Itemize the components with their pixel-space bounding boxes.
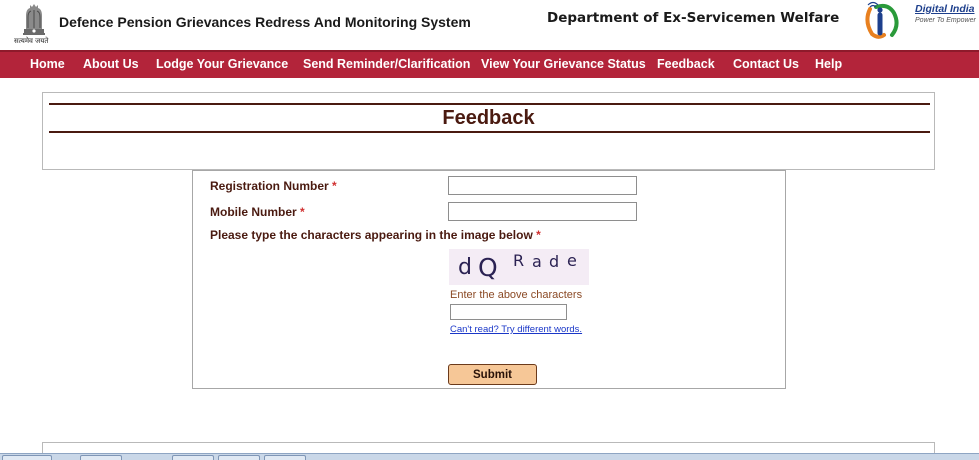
captcha-hint: Enter the above characters	[450, 289, 583, 301]
taskbar-button[interactable]	[172, 455, 214, 460]
site-title: Defence Pension Grievances Redress And M…	[59, 14, 471, 30]
nav-about-us[interactable]: About Us	[83, 57, 139, 71]
captcha-char: a	[532, 252, 542, 271]
nav-lodge-grievance[interactable]: Lodge Your Grievance	[156, 57, 288, 71]
captcha-char: R	[513, 251, 525, 270]
department-title: Department of Ex-Servicemen Welfare	[547, 10, 840, 26]
nav-send-reminder[interactable]: Send Reminder/Clarification	[303, 57, 470, 71]
digital-india-tagline: Power To Empower	[915, 17, 976, 24]
nav-contact-us[interactable]: Contact Us	[733, 57, 799, 71]
captcha-char: d	[458, 255, 472, 280]
taskbar-button[interactable]	[80, 455, 122, 460]
mobile-number-input[interactable]	[448, 202, 637, 221]
nav-feedback[interactable]: Feedback	[657, 57, 715, 71]
os-taskbar	[0, 453, 979, 460]
captcha-char: d	[549, 252, 560, 271]
required-marker: *	[300, 205, 305, 219]
captcha-label: Please type the characters appearing in …	[210, 228, 541, 242]
captcha-image: d Q R a d e	[449, 249, 589, 285]
main-navigation: Home About Us Lodge Your Grievance Send …	[0, 50, 979, 78]
nav-view-status[interactable]: View Your Grievance Status	[481, 57, 646, 71]
captcha-label-text: Please type the characters appearing in …	[210, 228, 533, 242]
registration-number-label-text: Registration Number	[210, 179, 329, 193]
captcha-input[interactable]	[450, 304, 567, 320]
captcha-char: e	[567, 251, 577, 270]
required-marker: *	[536, 228, 541, 242]
page-title: Feedback	[442, 107, 535, 129]
captcha-refresh-link[interactable]: Can't read? Try different words.	[450, 324, 582, 335]
site-header: सत्यमेव जयते Defence Pension Grievances …	[0, 0, 979, 50]
submit-button[interactable]: Submit	[448, 364, 537, 385]
page-title-panel: Feedback	[42, 92, 935, 170]
nav-home[interactable]: Home	[30, 57, 65, 71]
required-marker: *	[332, 179, 337, 193]
title-rule-bottom	[49, 131, 930, 133]
emblem-motto: सत्यमेव जयते	[14, 37, 49, 45]
taskbar-button[interactable]	[218, 455, 260, 460]
registration-number-input[interactable]	[448, 176, 637, 195]
mobile-number-label-text: Mobile Number	[210, 205, 297, 219]
registration-number-label: Registration Number *	[210, 179, 337, 193]
captcha-char: Q	[478, 253, 498, 282]
nav-help[interactable]: Help	[815, 57, 842, 71]
feedback-form: Registration Number * Mobile Number * Pl…	[192, 170, 786, 389]
taskbar-start-button[interactable]	[2, 455, 52, 460]
digital-india-title: Digital India	[915, 3, 975, 15]
mobile-number-label: Mobile Number *	[210, 205, 305, 219]
taskbar-button[interactable]	[264, 455, 306, 460]
title-rule-top	[49, 103, 930, 105]
